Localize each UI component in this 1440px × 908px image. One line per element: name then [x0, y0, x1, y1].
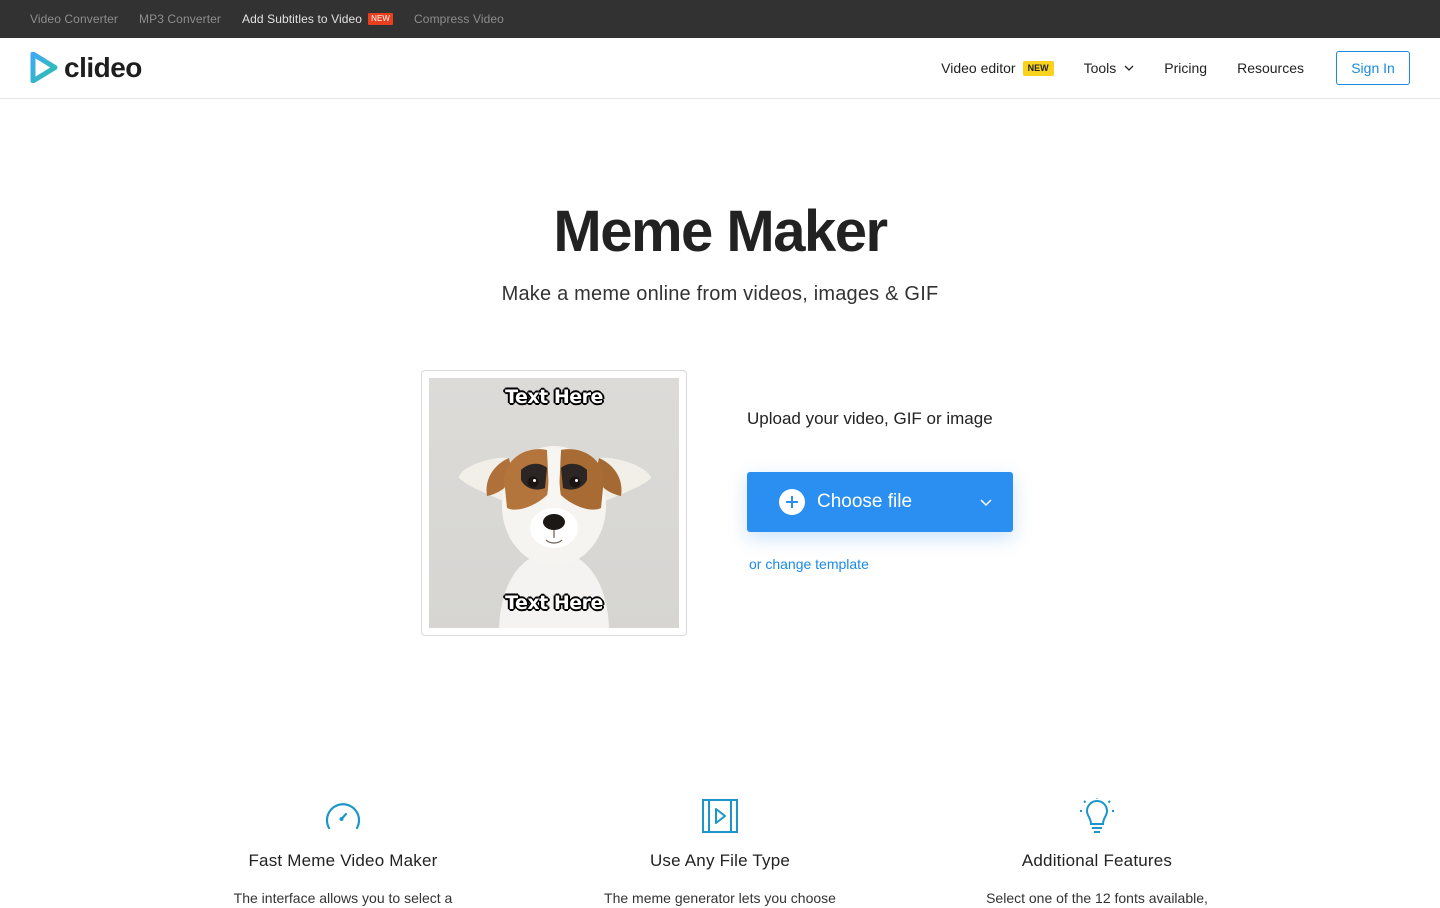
meme-template-image: Text Here Text Here	[429, 378, 679, 628]
top-link-mp3-converter[interactable]: MP3 Converter	[139, 12, 221, 26]
site-header: clideo Video editor NEW Tools Pricing Re…	[0, 38, 1440, 99]
chevron-down-icon	[1124, 65, 1134, 71]
feature-text: Select one of the 12 fonts available,	[986, 890, 1208, 906]
top-link-bar: Video Converter MP3 Converter Add Subtit…	[0, 0, 1440, 38]
top-link-video-converter[interactable]: Video Converter	[30, 12, 118, 26]
nav-pricing[interactable]: Pricing	[1164, 60, 1207, 76]
sign-in-button[interactable]: Sign In	[1336, 51, 1410, 85]
speedometer-icon	[325, 803, 361, 830]
choose-file-label: Choose file	[817, 491, 913, 512]
choose-file-button[interactable]: Choose file	[747, 472, 1013, 532]
page-subtitle: Make a meme online from videos, images &…	[501, 283, 939, 305]
logo-play-icon	[30, 52, 58, 83]
change-template-link[interactable]: or change template	[749, 556, 869, 572]
nav-label: Pricing	[1164, 60, 1208, 76]
choose-file-dropdown[interactable]	[959, 472, 1013, 532]
chevron-down-icon	[980, 499, 992, 507]
video-file-icon	[702, 799, 738, 833]
logo[interactable]: clideo	[30, 52, 142, 83]
feature-additional: Additional Features Select one of the 12…	[947, 798, 1247, 908]
top-link-compress-video[interactable]: Compress Video	[414, 12, 504, 26]
meme-top-text: Text Here	[505, 386, 603, 408]
nav-tools[interactable]: Tools	[1084, 60, 1135, 76]
new-badge: NEW	[1022, 60, 1054, 76]
nav-video-editor[interactable]: Video editor NEW	[941, 60, 1054, 76]
nav-label: Video editor	[941, 60, 1016, 76]
new-badge: NEW	[368, 13, 394, 25]
plus-icon	[779, 489, 805, 515]
feature-title: Fast Meme Video Maker	[248, 851, 438, 870]
logo-text: clideo	[64, 51, 142, 83]
nav-resources[interactable]: Resources	[1237, 60, 1304, 76]
main-nav: Video editor NEW Tools Pricing Resources…	[941, 51, 1410, 85]
top-link-label: MP3 Converter	[139, 12, 221, 26]
feature-file-type: Use Any File Type The meme generator let…	[570, 798, 870, 908]
feature-fast: Fast Meme Video Maker The interface allo…	[193, 798, 493, 908]
dog-photo	[459, 446, 651, 628]
feature-text: The meme generator lets you choose	[604, 890, 836, 906]
top-link-label: Video Converter	[30, 12, 118, 26]
feature-title: Additional Features	[1021, 851, 1173, 870]
lightbulb-icon	[1080, 798, 1114, 833]
nav-label: Resources	[1237, 60, 1304, 76]
page-title: Meme Maker	[553, 199, 888, 264]
feature-text: The interface allows you to select a	[233, 890, 453, 906]
meme-bottom-text: Text Here	[505, 592, 603, 614]
feature-title: Use Any File Type	[649, 851, 791, 870]
top-link-label: Compress Video	[414, 12, 504, 26]
top-link-label: Add Subtitles to Video	[242, 12, 363, 26]
nav-label: Tools	[1083, 60, 1117, 76]
upload-label: Upload your video, GIF or image	[747, 409, 993, 428]
meme-template-preview[interactable]: Text Here Text Here	[421, 370, 687, 636]
top-link-add-subtitles[interactable]: Add Subtitles to Video NEW	[242, 12, 394, 26]
